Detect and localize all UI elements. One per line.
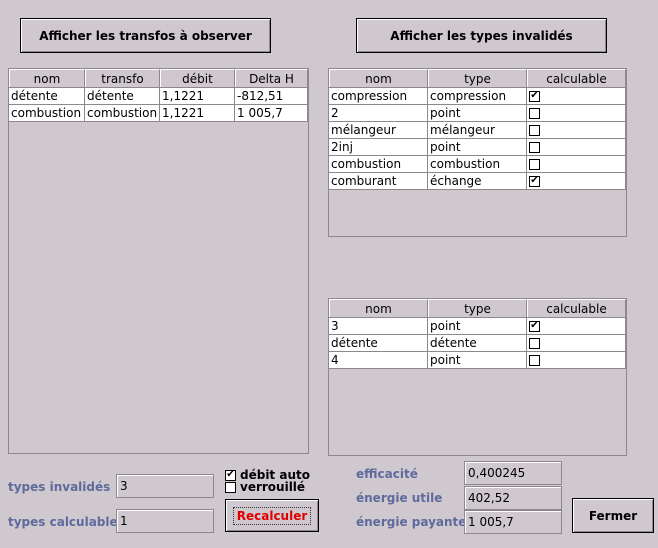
- checkbox-empty-icon[interactable]: [529, 337, 540, 349]
- efficacite-field[interactable]: 0,400245: [464, 461, 562, 485]
- recalc-button-label: Recalculer: [232, 506, 312, 525]
- checkbox-empty-icon[interactable]: [529, 354, 540, 366]
- calc-types-table-panel: nom type calculable 3 point ✔ détente détent…: [328, 298, 627, 456]
- cell-type[interactable]: point: [428, 105, 527, 122]
- table-row[interactable]: détente détente: [329, 335, 626, 352]
- cell-nom[interactable]: détente: [9, 88, 85, 105]
- cell-transfo[interactable]: détente: [85, 88, 160, 105]
- verrouille-label: verrouillé: [240, 480, 306, 494]
- table-row[interactable]: mélangeur mélangeur: [329, 122, 626, 139]
- col-header-debit[interactable]: débit: [160, 69, 235, 87]
- table-row[interactable]: combustion combustion 1,1221 1 005,7: [9, 105, 308, 122]
- cell-nom[interactable]: comburant: [329, 173, 428, 190]
- table-row[interactable]: 2 point: [329, 105, 626, 122]
- cell-transfo[interactable]: combustion: [85, 105, 160, 122]
- col-header-nom[interactable]: nom: [9, 69, 85, 87]
- cell-calculable[interactable]: ✔: [527, 173, 626, 190]
- checkmark-icon[interactable]: ✔: [529, 175, 540, 187]
- cell-calculable[interactable]: [527, 335, 626, 352]
- cell-delta-h[interactable]: -812,51: [235, 88, 308, 105]
- transfo-table: nom transfo débit Delta H détente détent…: [9, 69, 308, 122]
- calc-types-table: nom type calculable 3 point ✔ détente détent…: [329, 299, 626, 369]
- cell-delta-h[interactable]: 1 005,7: [235, 105, 308, 122]
- table-row[interactable]: combustion combustion: [329, 156, 626, 173]
- table-row[interactable]: 3 point ✔: [329, 318, 626, 335]
- verrouille-checkbox[interactable]: verrouillé: [225, 480, 305, 494]
- col-header-type[interactable]: type: [428, 299, 527, 317]
- energie-utile-label: énergie utile: [356, 491, 443, 505]
- cell-nom[interactable]: 2inj: [329, 139, 428, 156]
- cell-type[interactable]: compression: [428, 88, 527, 105]
- col-header-type[interactable]: type: [428, 69, 527, 87]
- invalid-types-table: nom type calculable compression compressi…: [329, 69, 626, 190]
- types-invalides-label: types invalidés: [8, 480, 111, 494]
- col-header-transfo[interactable]: transfo: [85, 69, 160, 87]
- verrouille-check-icon: [225, 481, 236, 493]
- invalid-types-table-panel: nom type calculable compression compressi…: [328, 68, 627, 237]
- cell-calculable[interactable]: [527, 105, 626, 122]
- types-calculables-label: types calculables: [8, 515, 125, 529]
- recalc-button[interactable]: Recalculer: [225, 499, 319, 532]
- efficacite-label: efficacité: [356, 467, 418, 481]
- cell-nom[interactable]: combustion: [9, 105, 85, 122]
- col-header-calculable[interactable]: calculable: [527, 69, 626, 87]
- show-invalid-types-button[interactable]: Afficher les types invalidés: [356, 18, 607, 53]
- checkbox-empty-icon[interactable]: [529, 124, 540, 136]
- col-header-calculable[interactable]: calculable: [527, 299, 626, 317]
- cell-nom[interactable]: 3: [329, 318, 428, 335]
- checkbox-empty-icon[interactable]: [529, 107, 540, 119]
- cell-calculable[interactable]: [527, 139, 626, 156]
- table-row[interactable]: compression compression ✔: [329, 88, 626, 105]
- types-calculables-field[interactable]: 1: [116, 509, 214, 533]
- col-header-nom[interactable]: nom: [329, 299, 428, 317]
- close-button[interactable]: Fermer: [572, 498, 654, 533]
- energie-payante-label: énergie payante: [356, 515, 467, 529]
- cell-debit[interactable]: 1,1221: [160, 105, 235, 122]
- cell-type[interactable]: point: [428, 352, 527, 369]
- cell-nom[interactable]: mélangeur: [329, 122, 428, 139]
- invalid-types-table-header: nom type calculable: [329, 69, 626, 88]
- transfo-table-header: nom transfo débit Delta H: [9, 69, 308, 88]
- energie-utile-field[interactable]: 402,52: [464, 486, 562, 510]
- col-header-nom[interactable]: nom: [329, 69, 428, 87]
- cell-nom[interactable]: compression: [329, 88, 428, 105]
- transfo-table-panel: nom transfo débit Delta H détente détent…: [8, 68, 309, 454]
- cell-type[interactable]: combustion: [428, 156, 527, 173]
- cell-type[interactable]: échange: [428, 173, 527, 190]
- cell-nom[interactable]: combustion: [329, 156, 428, 173]
- table-row[interactable]: détente détente 1,1221 -812,51: [9, 88, 308, 105]
- show-transfos-button[interactable]: Afficher les transfos à observer: [20, 18, 271, 53]
- cell-type[interactable]: point: [428, 139, 527, 156]
- cell-debit[interactable]: 1,1221: [160, 88, 235, 105]
- table-row[interactable]: comburant échange ✔: [329, 173, 626, 190]
- checkbox-empty-icon[interactable]: [529, 158, 540, 170]
- types-invalides-field[interactable]: 3: [116, 474, 214, 498]
- table-row[interactable]: 4 point: [329, 352, 626, 369]
- table-row[interactable]: 2inj point: [329, 139, 626, 156]
- cell-nom[interactable]: 4: [329, 352, 428, 369]
- calc-types-table-header: nom type calculable: [329, 299, 626, 318]
- cell-type[interactable]: mélangeur: [428, 122, 527, 139]
- debit-auto-check-icon: ✔: [225, 469, 236, 481]
- checkbox-empty-icon[interactable]: [529, 141, 540, 153]
- cell-nom[interactable]: détente: [329, 335, 428, 352]
- col-header-delta-h[interactable]: Delta H: [235, 69, 308, 87]
- cell-nom[interactable]: 2: [329, 105, 428, 122]
- cell-calculable[interactable]: [527, 122, 626, 139]
- cell-calculable[interactable]: ✔: [527, 318, 626, 335]
- checkmark-icon[interactable]: ✔: [529, 320, 540, 332]
- cell-calculable[interactable]: [527, 156, 626, 173]
- cell-calculable[interactable]: [527, 352, 626, 369]
- cell-calculable[interactable]: ✔: [527, 88, 626, 105]
- cell-type[interactable]: détente: [428, 335, 527, 352]
- checkmark-icon[interactable]: ✔: [529, 90, 540, 102]
- cell-type[interactable]: point: [428, 318, 527, 335]
- energie-payante-field[interactable]: 1 005,7: [464, 510, 562, 534]
